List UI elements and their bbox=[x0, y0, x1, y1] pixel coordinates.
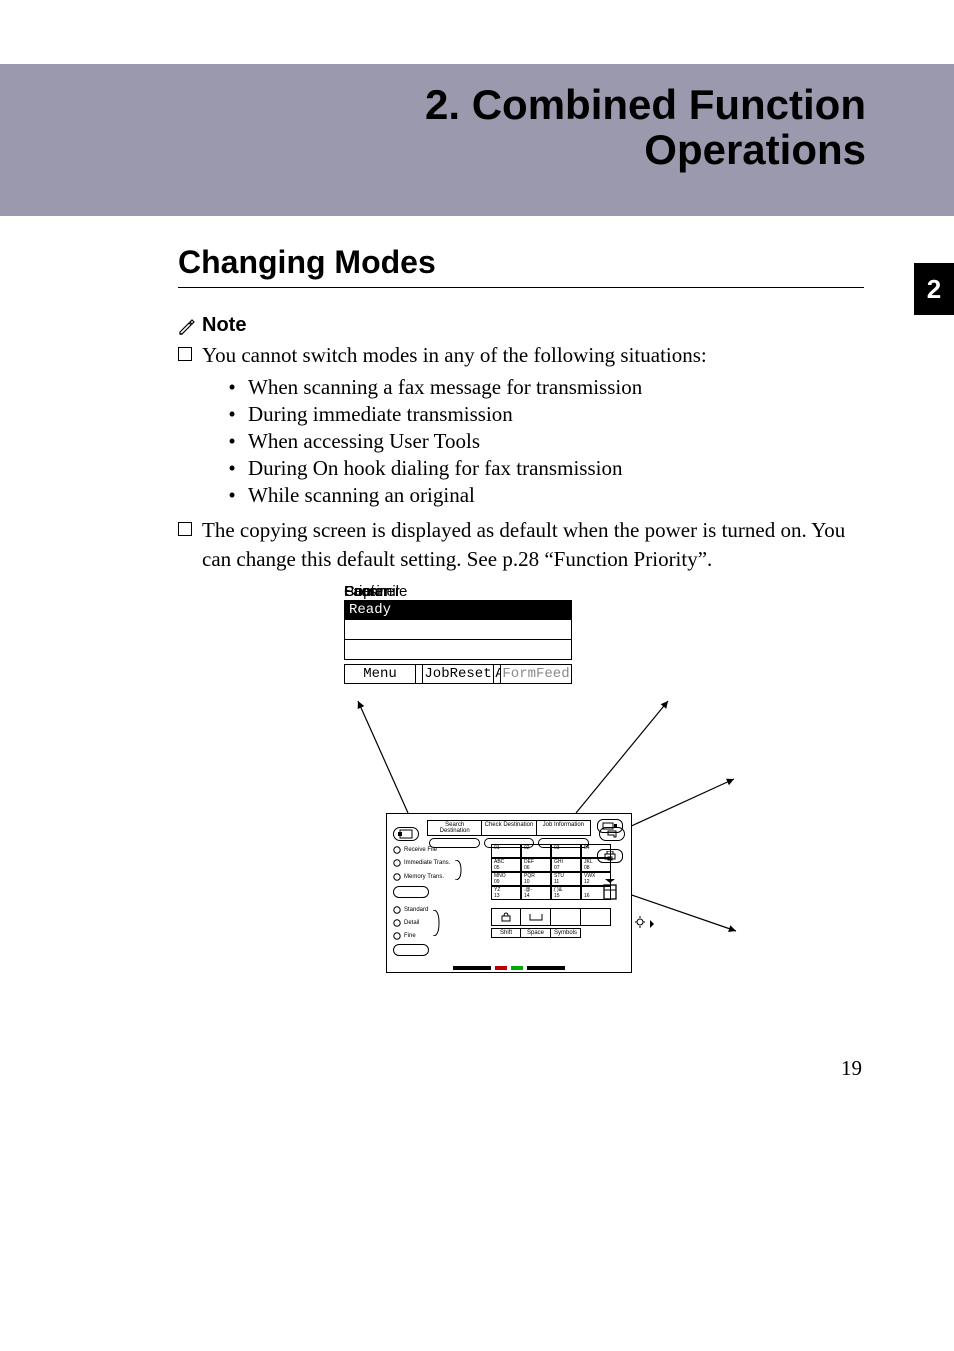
pencil-icon bbox=[178, 317, 196, 335]
radio-icon bbox=[393, 873, 401, 881]
grid-cell: MNO09 bbox=[491, 872, 521, 886]
radio-memory-trans: Memory Trans. bbox=[393, 873, 450, 881]
jobreset-button: JobReset bbox=[422, 664, 494, 684]
lock-icon bbox=[499, 912, 513, 922]
printer-key-icon bbox=[603, 851, 617, 861]
mode-key-column bbox=[592, 819, 628, 907]
panel-key bbox=[393, 827, 419, 841]
chapter-title: 2. Combined Function Operations bbox=[306, 82, 866, 173]
bullet-icon: • bbox=[226, 429, 238, 454]
grid-bottom-key bbox=[521, 908, 551, 926]
checkbox-icon bbox=[178, 522, 192, 536]
radio-fine: Fine bbox=[393, 932, 428, 940]
note-heading: Note bbox=[178, 314, 864, 337]
sub-item-text: During immediate transmission bbox=[248, 402, 513, 427]
grid-cell: YZ13 bbox=[491, 886, 521, 900]
grid-cell: .@-14 bbox=[521, 886, 551, 900]
note-item-text: The copying screen is displayed as defau… bbox=[202, 516, 864, 573]
note-label: Note bbox=[202, 314, 246, 337]
ready-label: Ready bbox=[349, 603, 391, 617]
note-item: The copying screen is displayed as defau… bbox=[178, 516, 864, 573]
grid-cell: 02 bbox=[521, 844, 551, 858]
bullet-icon: • bbox=[226, 375, 238, 400]
sub-item-text: While scanning an original bbox=[248, 483, 475, 508]
formfeed-button: FormFeed bbox=[500, 664, 572, 684]
document-guide-icon bbox=[601, 879, 619, 907]
panel-key bbox=[393, 886, 429, 898]
printer-title: Printer bbox=[344, 583, 388, 600]
panel-label: Symbols bbox=[551, 928, 581, 938]
grid-cell: 01 bbox=[491, 844, 521, 858]
panel-label: Shift bbox=[491, 928, 521, 938]
panel-label: Check Destination bbox=[481, 820, 535, 836]
chapter-tab: 2 bbox=[914, 263, 954, 315]
sub-item-text: During On hook dialing for fax transmiss… bbox=[248, 456, 622, 481]
panel-key bbox=[393, 944, 429, 956]
grid-cell: GHI07 bbox=[551, 858, 581, 872]
sub-item: • When accessing User Tools bbox=[226, 429, 864, 454]
radio-receive-file: Receive File bbox=[393, 846, 487, 854]
section-title: Changing Modes bbox=[178, 244, 864, 281]
sub-item: • During On hook dialing for fax transmi… bbox=[226, 456, 864, 481]
brightness-icons bbox=[635, 916, 655, 940]
sub-item: • When scanning a fax message for transm… bbox=[226, 375, 864, 400]
sub-item-text: When scanning a fax message for transmis… bbox=[248, 375, 642, 400]
grid-bottom-key bbox=[551, 908, 581, 926]
fax-mode-key bbox=[597, 819, 623, 833]
menu-button: Menu bbox=[344, 664, 416, 684]
panel-color-strip bbox=[387, 964, 631, 972]
grid-bottom-key bbox=[581, 908, 611, 926]
sub-item: • While scanning an original bbox=[226, 483, 864, 508]
note-item-text: You cannot switch modes in any of the fo… bbox=[202, 341, 864, 369]
copier-key-icon bbox=[396, 829, 416, 839]
printer-mode-key bbox=[597, 849, 623, 863]
printer-lcd: Ready Menu JobReset FormFeed bbox=[344, 600, 572, 684]
radio-icon bbox=[393, 906, 401, 914]
grid-cell: PQR10 bbox=[521, 872, 551, 886]
modes-illustration: Facsimile Ready 100% Set original, speci… bbox=[344, 583, 954, 1063]
chapter-header-band: 2. Combined Function Operations bbox=[0, 64, 954, 216]
note-item: You cannot switch modes in any of the fo… bbox=[178, 341, 864, 369]
panel-label: Job Information bbox=[536, 820, 591, 836]
section-rule bbox=[178, 287, 864, 288]
checkbox-icon bbox=[178, 347, 192, 361]
grid-cell: ( )&15 bbox=[551, 886, 581, 900]
grid-cell: DEF06 bbox=[521, 858, 551, 872]
grid-bottom-key bbox=[491, 908, 521, 926]
radio-icon bbox=[393, 932, 401, 940]
radio-detail: Detail bbox=[393, 919, 428, 927]
bracket-icon bbox=[453, 860, 463, 880]
bullet-icon: • bbox=[226, 483, 238, 508]
bullet-icon: • bbox=[226, 402, 238, 427]
fax-key-icon bbox=[602, 821, 618, 831]
sub-item-text: When accessing User Tools bbox=[248, 429, 480, 454]
radio-icon bbox=[393, 859, 401, 867]
radio-icon bbox=[393, 846, 401, 854]
space-icon bbox=[528, 912, 544, 922]
sub-item: • During immediate transmission bbox=[226, 402, 864, 427]
page-number: 19 bbox=[841, 1056, 862, 1081]
grid-cell: 03 bbox=[551, 844, 581, 858]
grid-cell: STU11 bbox=[551, 872, 581, 886]
radio-standard: Standard bbox=[393, 906, 428, 914]
radio-icon bbox=[393, 919, 401, 927]
grid-cell: ABC05 bbox=[491, 858, 521, 872]
bullet-icon: • bbox=[226, 456, 238, 481]
radio-immediate-trans: Immediate Trans. bbox=[393, 859, 450, 867]
panel-label: Search Destination bbox=[427, 820, 481, 836]
bracket-icon bbox=[431, 910, 441, 936]
panel-label: Space bbox=[521, 928, 551, 938]
